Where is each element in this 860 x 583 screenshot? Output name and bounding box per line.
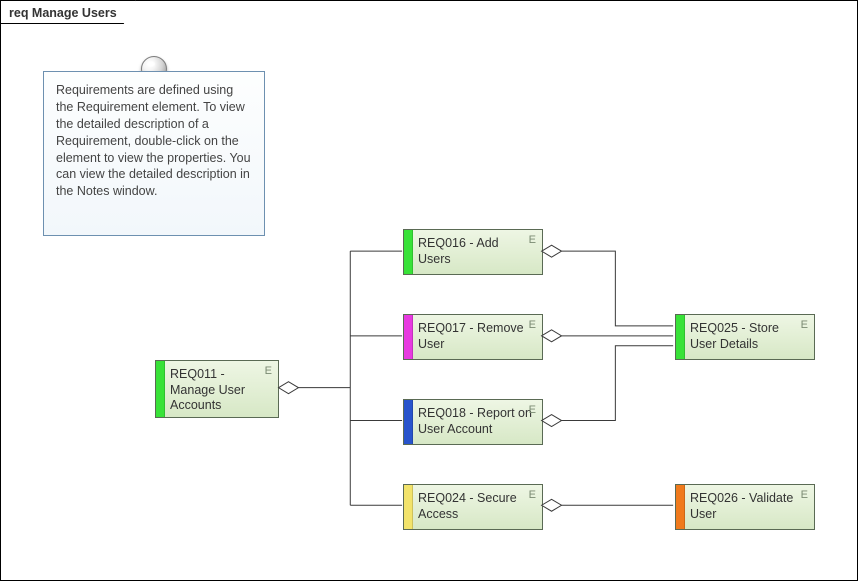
requirement-label: REQ024 - Secure Access xyxy=(418,491,534,522)
connector-req018-req025 xyxy=(542,346,674,427)
diagram-note[interactable]: Requirements are defined using the Requi… xyxy=(43,71,265,236)
diagram-title-text: req Manage Users xyxy=(9,6,117,20)
diagram-frame: req Manage Users Requirements are define… xyxy=(0,0,858,581)
requirement-label: REQ026 - Validate User xyxy=(690,491,806,522)
requirement-req018[interactable]: E REQ018 - Report on User Account xyxy=(403,399,543,445)
element-e-mark-icon: E xyxy=(529,319,536,331)
requirement-label: REQ016 - Add Users xyxy=(418,236,534,267)
diagram-title-tab: req Manage Users xyxy=(0,0,136,24)
element-e-mark-icon: E xyxy=(801,489,808,501)
requirement-req024[interactable]: E REQ024 - Secure Access xyxy=(403,484,543,530)
requirement-req017[interactable]: E REQ017 - Remove User xyxy=(403,314,543,360)
requirement-accent-bar xyxy=(676,485,685,529)
connector-req016-req025 xyxy=(542,245,674,326)
requirement-accent-bar xyxy=(404,230,413,274)
requirement-label: REQ017 - Remove User xyxy=(418,321,534,352)
requirement-accent-bar xyxy=(404,485,413,529)
element-e-mark-icon: E xyxy=(265,365,272,377)
element-e-mark-icon: E xyxy=(801,319,808,331)
requirement-req025[interactable]: E REQ025 - Store User Details xyxy=(675,314,815,360)
connector-req024-req026 xyxy=(542,499,674,511)
diagram-note-text: Requirements are defined using the Requi… xyxy=(56,83,251,198)
requirement-label: REQ025 - Store User Details xyxy=(690,321,806,352)
element-e-mark-icon: E xyxy=(529,489,536,501)
requirement-accent-bar xyxy=(404,400,413,444)
requirement-req026[interactable]: E REQ026 - Validate User xyxy=(675,484,815,530)
requirement-req016[interactable]: E REQ016 - Add Users xyxy=(403,229,543,275)
requirement-label: REQ018 - Report on User Account xyxy=(418,406,534,437)
requirement-accent-bar xyxy=(404,315,413,359)
element-e-mark-icon: E xyxy=(529,404,536,416)
connector-req011-children xyxy=(279,251,403,505)
connector-req017-req025 xyxy=(542,330,674,342)
requirement-accent-bar xyxy=(676,315,685,359)
element-e-mark-icon: E xyxy=(529,234,536,246)
requirement-accent-bar xyxy=(156,361,165,417)
requirement-label: REQ011 - Manage User Accounts xyxy=(170,367,270,414)
requirement-req011[interactable]: E REQ011 - Manage User Accounts xyxy=(155,360,279,418)
